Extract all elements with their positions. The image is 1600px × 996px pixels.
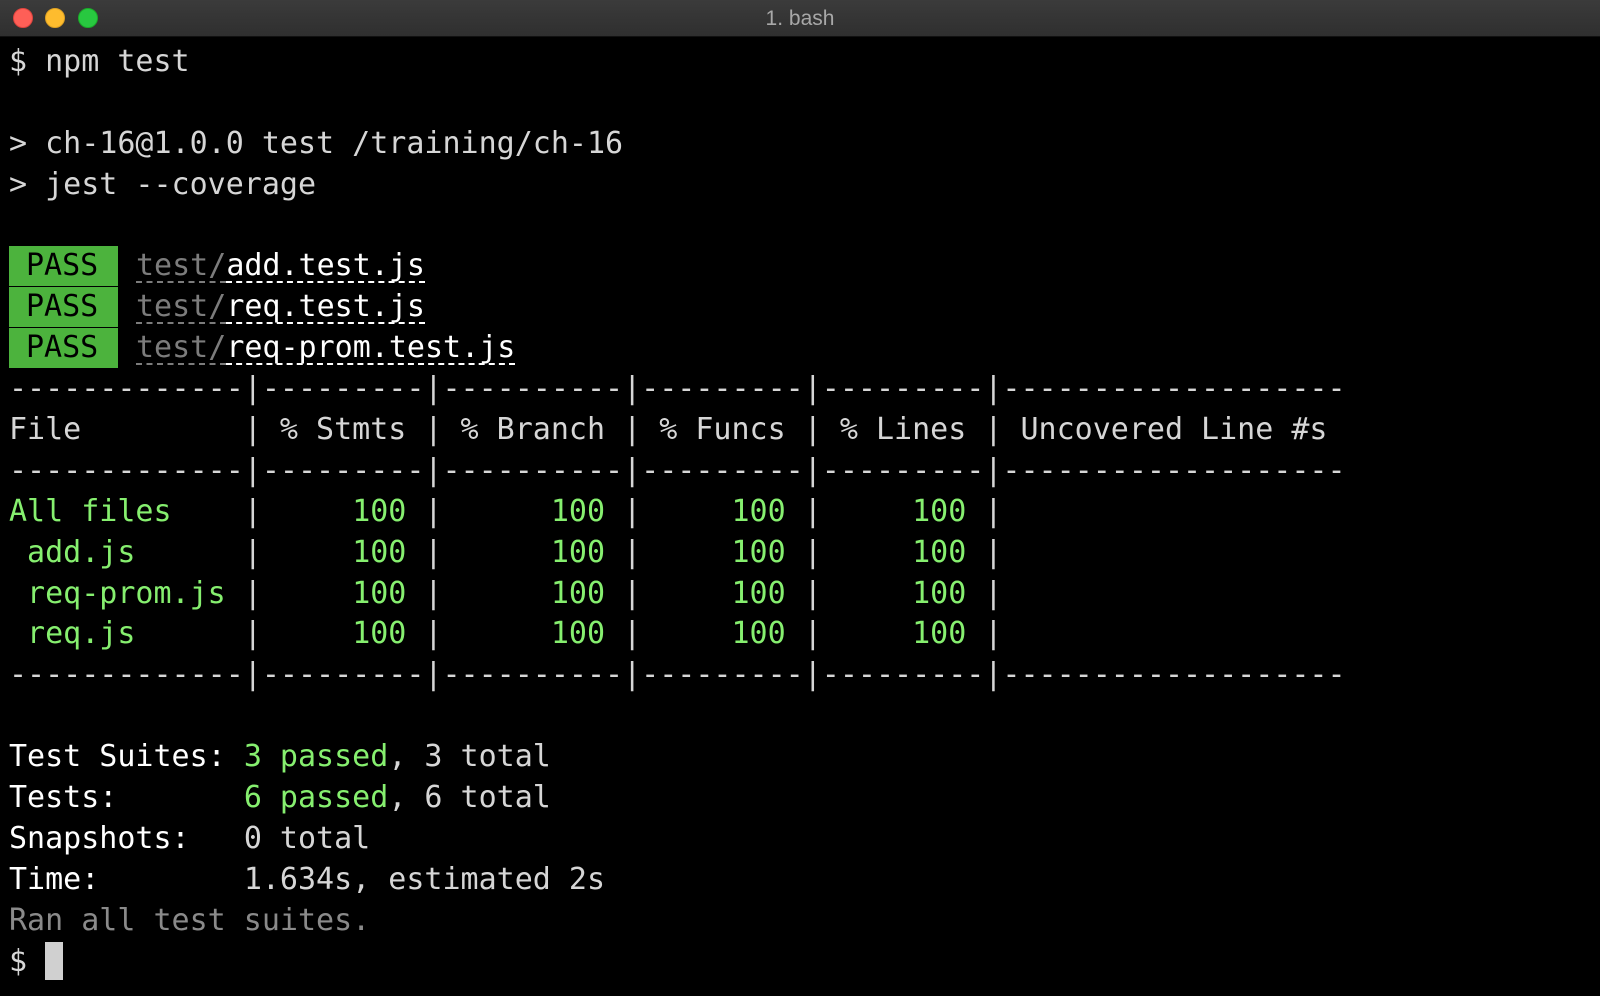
summary-total: , 6 total xyxy=(388,780,551,816)
terminal-output[interactable]: $ npm test > ch-16@1.0.0 test /training/… xyxy=(9,42,1600,982)
summary-suites: Test Suites: 3 passed, 3 total xyxy=(9,737,1600,778)
coverage-separator: -------------|---------|----------|-----… xyxy=(9,657,1346,693)
test-result-line: PASS test/req.test.js xyxy=(9,287,1600,328)
test-result-line: PASS test/add.test.js xyxy=(9,246,1600,287)
coverage-row: All files | 100 | 100 | 100 | 100 | xyxy=(9,493,1003,529)
test-dir: test/ xyxy=(136,330,227,366)
coverage-row: req-prom.js | 100 | 100 | 100 | 100 | xyxy=(9,575,1003,611)
summary-total: , 3 total xyxy=(388,739,551,775)
coverage-branch: 100 xyxy=(550,493,606,529)
pass-badge: PASS xyxy=(9,328,118,369)
text-cursor xyxy=(45,941,64,980)
test-dir: test/ xyxy=(136,248,227,284)
script-line: > ch-16@1.0.0 test /training/ch-16 xyxy=(9,125,624,161)
summary-passed: 6 passed xyxy=(243,780,389,816)
test-result-line: PASS test/req-prom.test.js xyxy=(9,328,1600,369)
coverage-funcs: 100 xyxy=(731,575,786,611)
coverage-lines: 100 xyxy=(912,575,967,611)
summary-passed: 3 passed xyxy=(243,739,389,775)
coverage-separator: -------------|---------|----------|-----… xyxy=(9,371,1346,407)
summary-tests: Tests: 6 passed, 6 total xyxy=(9,778,1600,819)
coverage-stmts: 100 xyxy=(352,493,407,529)
coverage-file: req.js xyxy=(9,616,226,652)
terminal-window: 1. bash $ npm test > ch-16@1.0.0 test /t… xyxy=(0,0,1600,996)
coverage-stmts: 100 xyxy=(352,575,407,611)
coverage-file: All files xyxy=(9,493,226,529)
summary-value: 0 total xyxy=(243,820,371,856)
coverage-stmts: 100 xyxy=(352,534,407,570)
coverage-funcs: 100 xyxy=(731,534,786,570)
pass-badge: PASS xyxy=(9,287,118,328)
summary-time: Time: 1.634s, estimated 2s xyxy=(9,860,1600,901)
summary-label: Test Suites: xyxy=(9,739,226,775)
test-dir: test/ xyxy=(136,289,227,325)
coverage-branch: 100 xyxy=(550,616,606,652)
coverage-lines: 100 xyxy=(912,534,967,570)
jest-line: > jest --coverage xyxy=(9,166,317,202)
coverage-funcs: 100 xyxy=(731,493,786,529)
coverage-funcs: 100 xyxy=(731,616,786,652)
test-file: req-prom.test.js xyxy=(226,330,516,366)
test-file: req.test.js xyxy=(226,289,425,325)
coverage-header: File | % Stmts | % Branch | % Funcs | % … xyxy=(9,412,1328,448)
summary-value: 1.634s, estimated 2s xyxy=(243,861,606,897)
summary-label: Snapshots: xyxy=(9,820,190,856)
coverage-lines: 100 xyxy=(912,493,967,529)
prompt-symbol: $ xyxy=(9,943,28,979)
coverage-stmts: 100 xyxy=(352,616,407,652)
coverage-lines: 100 xyxy=(912,616,967,652)
summary-snapshots: Snapshots: 0 total xyxy=(9,819,1600,860)
coverage-file: add.js xyxy=(9,534,226,570)
pass-badge: PASS xyxy=(9,246,118,287)
command-line: $ npm test xyxy=(9,44,190,79)
test-file: add.test.js xyxy=(226,248,425,284)
coverage-separator: -------------|---------|----------|-----… xyxy=(9,452,1346,488)
coverage-row: add.js | 100 | 100 | 100 | 100 | xyxy=(9,534,1003,570)
summary-label: Time: xyxy=(9,861,100,897)
title-bar: 1. bash xyxy=(0,0,1600,37)
coverage-branch: 100 xyxy=(550,575,606,611)
summary-label: Tests: xyxy=(9,780,118,816)
coverage-branch: 100 xyxy=(550,534,606,570)
window-title: 1. bash xyxy=(765,7,835,30)
coverage-row: req.js | 100 | 100 | 100 | 100 | xyxy=(9,616,1003,652)
ran-all-message: Ran all test suites. xyxy=(9,902,371,938)
coverage-file: req-prom.js xyxy=(9,575,226,611)
prompt-line[interactable]: $ xyxy=(9,941,1600,983)
